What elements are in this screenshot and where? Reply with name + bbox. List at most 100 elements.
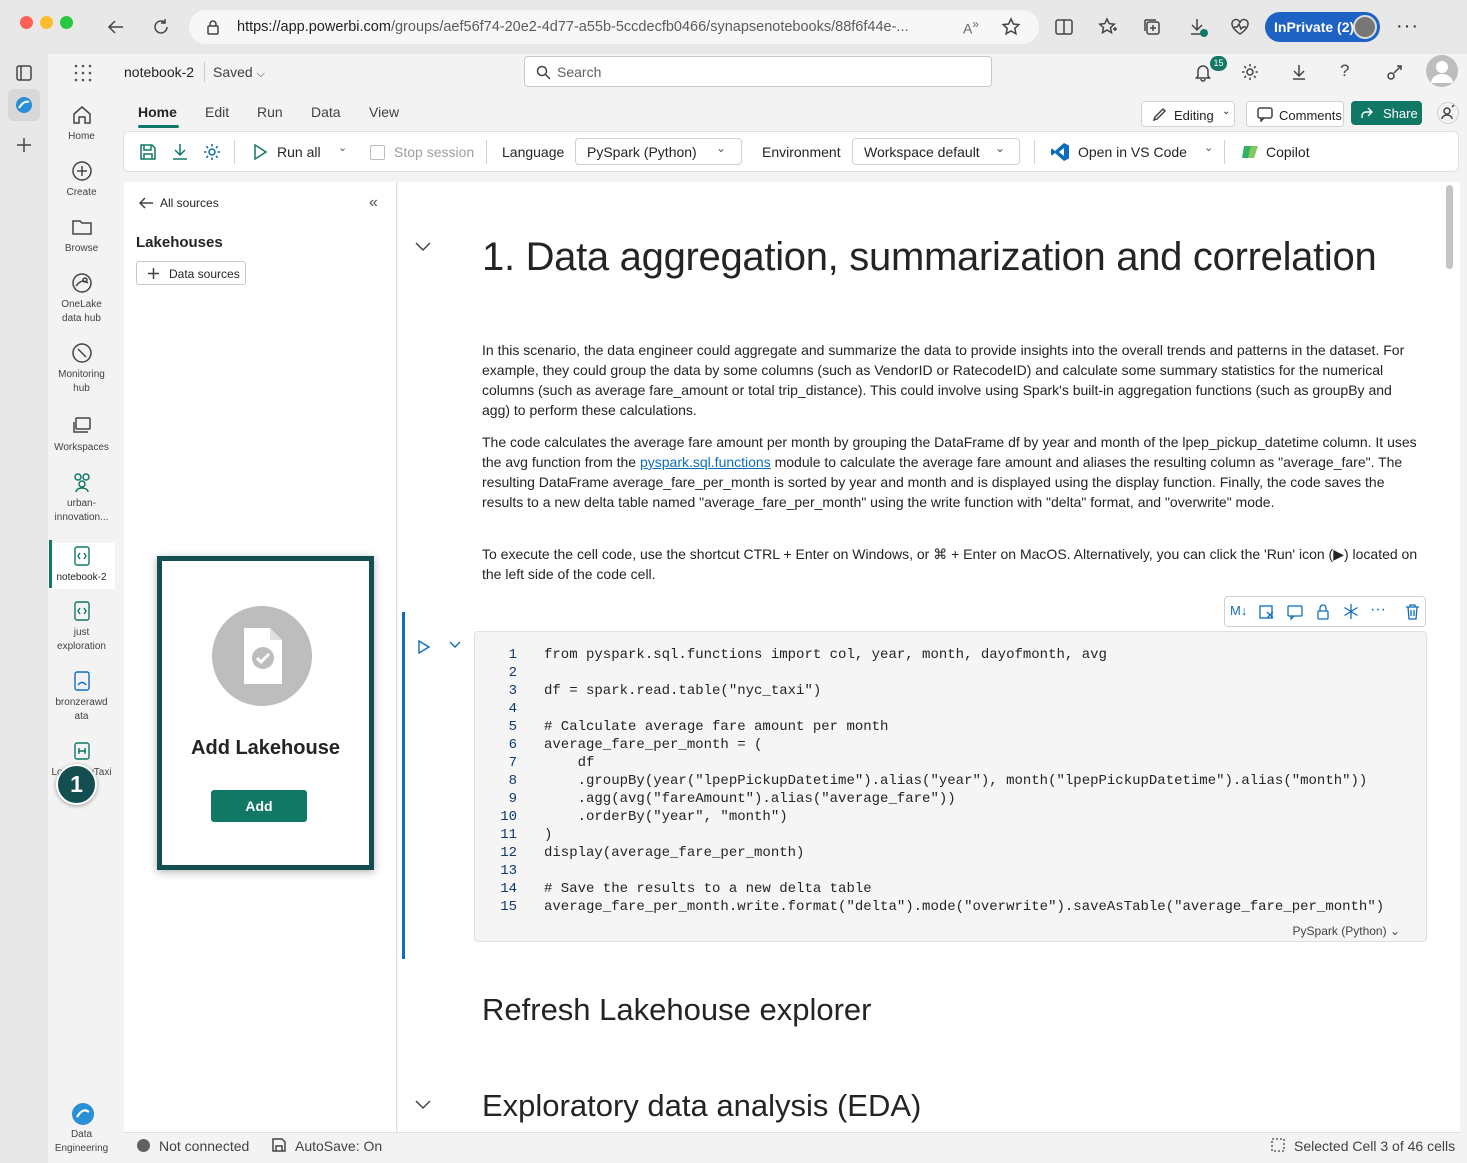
nav-monitoring-hub[interactable]: Monitoring hub (48, 342, 115, 396)
code-line[interactable]: 10 .orderBy("year", "month") (475, 808, 1384, 826)
download-icon[interactable] (170, 142, 190, 162)
run-cell-play-icon[interactable] (417, 639, 431, 655)
pyspark-docs-link[interactable]: pyspark.sql.functions (640, 454, 771, 470)
download-icon[interactable] (1289, 62, 1309, 82)
open-in-vscode-button[interactable]: Open in VS Code ⌄ (1050, 142, 1220, 164)
powerbi-tab-icon[interactable] (8, 89, 40, 121)
code-line[interactable]: 9 .agg(avg("fareAmount").alias("average_… (475, 790, 1384, 808)
nav-bronzerawdata[interactable]: bronzerawdata (48, 670, 115, 724)
freeze-icon[interactable] (1343, 603, 1359, 620)
cell-language-select[interactable]: PySpark (Python) ⌄ (1293, 924, 1400, 938)
lock-icon[interactable] (1315, 603, 1331, 620)
settings-gear-icon[interactable] (1240, 62, 1260, 82)
collapse-section-chevron-icon[interactable] (414, 1098, 432, 1110)
tab-edit[interactable]: Edit (205, 104, 229, 120)
code-line[interactable]: 7 df (475, 754, 1384, 772)
connection-status[interactable]: Not connected (159, 1138, 249, 1154)
nav-workspace-urban-innovation[interactable]: urban-innovation... (48, 471, 115, 525)
stop-session-checkbox[interactable] (370, 145, 385, 160)
address-bar[interactable]: https://app.powerbi.com/groups/aef56f74-… (189, 10, 1039, 44)
settings-gear-icon[interactable] (202, 142, 222, 162)
code-line[interactable]: 3 df = spark.read.table("nyc_taxi") (475, 682, 1384, 700)
comments-button[interactable]: Comments (1246, 101, 1344, 127)
code-line[interactable]: 12 display(average_fare_per_month) (475, 844, 1384, 862)
run-all-button[interactable]: Run all ⌄ (250, 142, 356, 164)
tab-view[interactable]: View (369, 104, 399, 120)
run-options-chevron-icon[interactable] (448, 640, 462, 650)
user-avatar[interactable] (1426, 55, 1458, 87)
code-line[interactable]: 14 # Save the results to a new delta tabl… (475, 880, 1384, 898)
inprivate-button[interactable]: InPrivate (2) (1265, 12, 1380, 42)
nav-data-engineering[interactable]: Data Engineering (48, 1102, 115, 1156)
nav-workspaces[interactable]: Workspaces (48, 415, 115, 455)
new-tab-icon[interactable] (15, 136, 33, 154)
markdown-toggle-icon[interactable]: M↓ (1230, 603, 1247, 618)
tab-actions-icon[interactable] (15, 64, 33, 82)
code-line[interactable]: 15 average_fare_per_month.write.format("d… (475, 898, 1384, 916)
code-line[interactable]: 5 # Calculate average fare amount per mon… (475, 718, 1384, 736)
performance-heart-icon[interactable] (1230, 17, 1250, 37)
tab-run[interactable]: Run (257, 104, 283, 120)
app-launcher-icon[interactable] (73, 63, 93, 83)
save-status[interactable]: Saved ⌵ (213, 64, 265, 81)
tab-home[interactable]: Home (138, 104, 177, 120)
line-number: 15 (500, 899, 517, 915)
add-lakehouse-button[interactable]: Add (211, 790, 307, 822)
more-options-icon[interactable]: ··· (1396, 15, 1419, 38)
convert-cell-icon[interactable] (1259, 604, 1275, 620)
code-line[interactable]: 1 from pyspark.sql.functions import col, … (475, 646, 1384, 664)
pencil-icon (1152, 107, 1167, 122)
downloads-icon[interactable] (1187, 16, 1209, 38)
collections-icon[interactable] (1142, 17, 1162, 37)
code-line[interactable]: 2 (475, 664, 1384, 682)
notebook-name[interactable]: notebook-2 (124, 64, 194, 80)
collaborators-icon[interactable] (1437, 102, 1459, 124)
code-line[interactable]: 13 (475, 862, 1384, 880)
more-options-icon[interactable]: ··· (1370, 601, 1386, 619)
code-cell[interactable]: 1 from pyspark.sql.functions import col, … (474, 631, 1427, 942)
favorites-icon[interactable] (1098, 17, 1118, 37)
tab-data[interactable]: Data (311, 104, 341, 120)
nav-browse[interactable]: Browse (48, 216, 115, 256)
editing-mode-button[interactable]: Editing ⌄ (1141, 101, 1235, 127)
autosave-status[interactable]: AutoSave: On (295, 1138, 382, 1154)
close-window-button[interactable] (20, 16, 33, 29)
favorite-star-icon[interactable] (1001, 17, 1021, 37)
feedback-icon[interactable] (1385, 62, 1405, 82)
save-icon[interactable] (138, 142, 158, 162)
delete-trash-icon[interactable] (1405, 603, 1420, 620)
split-screen-icon[interactable] (1054, 17, 1074, 37)
environment-select[interactable]: Workspace default ⌄ (852, 138, 1020, 165)
copilot-button[interactable]: Copilot (1240, 142, 1320, 164)
help-icon[interactable]: ? (1340, 61, 1349, 81)
copilot-icon (1240, 142, 1260, 162)
stop-session-label[interactable]: Stop session (394, 144, 474, 160)
data-sources-button[interactable]: Data sources (136, 261, 246, 285)
line-number: 2 (508, 665, 517, 681)
refresh-icon[interactable] (150, 16, 172, 38)
nav-create[interactable]: Create (48, 160, 115, 200)
content-scrollbar[interactable] (1446, 185, 1453, 269)
share-button[interactable]: Share (1351, 101, 1422, 125)
code-line[interactable]: 8 .groupBy(year("lpepPickupDatetime").al… (475, 772, 1384, 790)
nav-onelake-data-hub[interactable]: OneLake data hub (48, 272, 115, 326)
code-line[interactable]: 11) (475, 826, 1384, 844)
nav-notebook-2[interactable]: notebook-2 (48, 543, 115, 589)
divider (486, 140, 487, 164)
code-line[interactable]: 6 average_fare_per_month = ( (475, 736, 1384, 754)
collapse-section-chevron-icon[interactable] (414, 240, 432, 252)
language-select[interactable]: PySpark (Python) ⌄ (575, 138, 742, 165)
code-line[interactable]: 4 (475, 700, 1384, 718)
maximize-window-button[interactable] (60, 16, 73, 29)
comment-icon[interactable] (1287, 604, 1303, 620)
back-arrow-icon[interactable] (105, 16, 127, 38)
read-aloud-icon[interactable]: A» (963, 18, 979, 37)
nav-home[interactable]: Home (48, 104, 115, 144)
collapse-panel-icon[interactable]: « (369, 194, 378, 212)
all-sources-link[interactable]: All sources (160, 196, 219, 210)
code-editor[interactable]: 1 from pyspark.sql.functions import col, … (475, 646, 1384, 916)
back-arrow-icon[interactable] (137, 195, 155, 211)
minimize-window-button[interactable] (40, 16, 53, 29)
search-input[interactable]: Search (524, 56, 992, 87)
nav-just-exploration[interactable]: just exploration (48, 600, 115, 654)
